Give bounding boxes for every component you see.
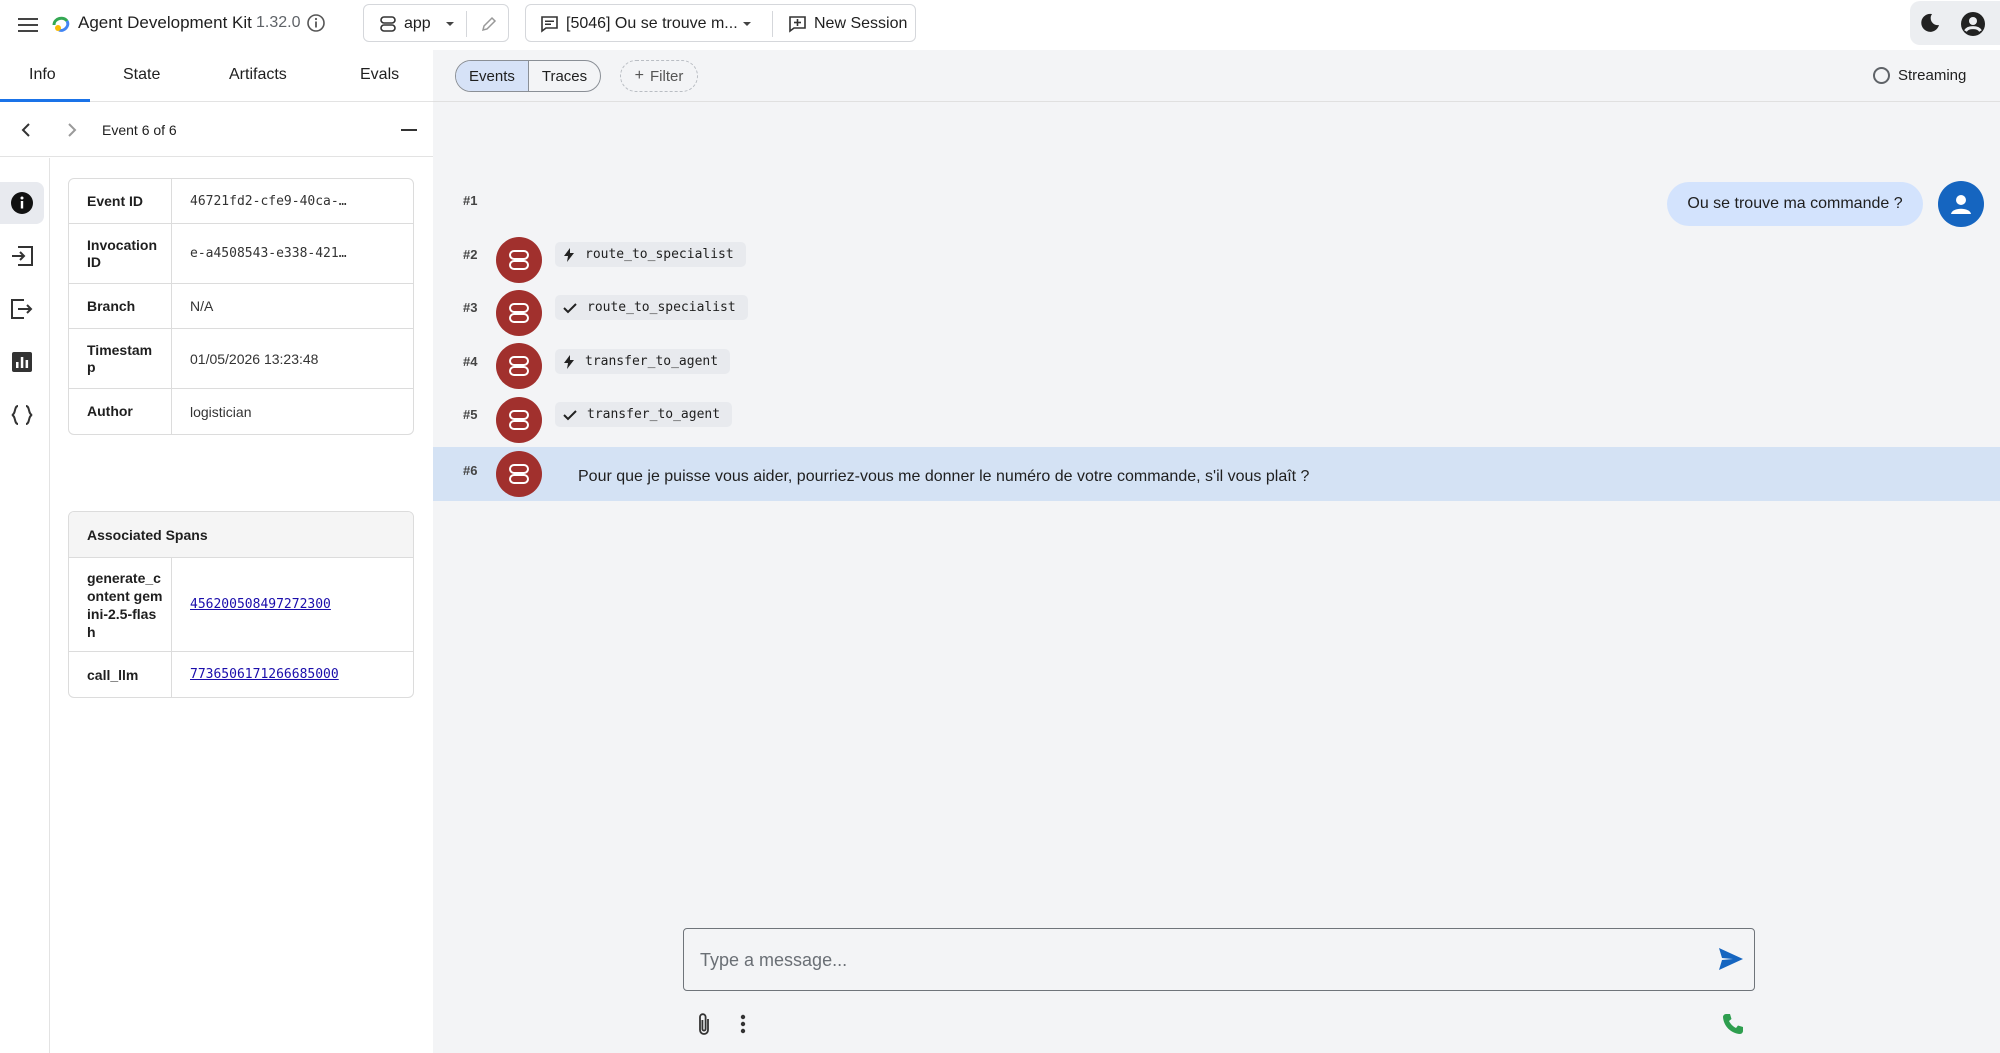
agent-icon xyxy=(509,356,529,376)
agent-avatar xyxy=(496,290,542,336)
view-toggle: Events Traces xyxy=(455,60,602,92)
plus-icon: + xyxy=(634,67,644,84)
events-toggle-button[interactable]: Events xyxy=(456,61,528,91)
event-number: #6 xyxy=(463,463,478,478)
rail-output-button[interactable] xyxy=(0,288,44,330)
streaming-toggle[interactable]: Streaming xyxy=(1873,67,1966,84)
user-avatar xyxy=(1938,181,1984,227)
event-number: #3 xyxy=(463,300,478,315)
event-number: #5 xyxy=(463,407,478,422)
panel-tabs: Info State Artifacts Evals xyxy=(0,50,433,102)
chevron-down-icon xyxy=(444,18,456,30)
event-details-table: Event ID 46721fd2-cfe9-40ca-… Invocation… xyxy=(68,178,414,435)
function-call-chip[interactable]: transfer_to_agent xyxy=(555,349,731,374)
message-composer xyxy=(683,928,1755,991)
phone-icon[interactable] xyxy=(1721,1012,1745,1036)
output-icon xyxy=(11,299,33,319)
side-panel: Info State Artifacts Evals Event 6 of 6 xyxy=(0,50,433,1053)
code-braces-icon xyxy=(11,405,33,425)
agent-icon xyxy=(509,250,529,270)
rail-info-button[interactable] xyxy=(0,182,44,224)
bolt-icon xyxy=(564,354,574,369)
function-call-chip[interactable]: route_to_specialist xyxy=(555,242,746,267)
chart-icon xyxy=(12,352,32,372)
filter-button[interactable]: + Filter xyxy=(620,60,698,92)
event-navigator: Event 6 of 6 xyxy=(0,103,433,157)
chevron-right-icon[interactable] xyxy=(62,120,82,140)
person-icon xyxy=(1951,195,1971,214)
span-link[interactable]: 7736506171266685000 xyxy=(190,667,339,682)
spans-title: Associated Spans xyxy=(69,512,413,558)
associated-spans-table: Associated Spans generate_content gemini… xyxy=(68,511,414,698)
active-tab-indicator xyxy=(0,99,90,102)
more-vert-icon[interactable] xyxy=(738,1012,748,1036)
adk-logo-icon xyxy=(50,13,72,35)
detail-row-event-id: Event ID 46721fd2-cfe9-40ca-… xyxy=(69,179,413,224)
new-chat-icon[interactable] xyxy=(788,15,807,33)
account-icon[interactable] xyxy=(1960,11,1986,37)
new-session-button[interactable]: New Session xyxy=(814,15,907,33)
session-name: [5046] Ou se trouve m... xyxy=(566,15,738,32)
edit-icon[interactable] xyxy=(480,15,498,33)
tab-state[interactable]: State xyxy=(123,66,160,84)
attach-icon[interactable] xyxy=(695,1012,713,1038)
agent-icon xyxy=(378,14,398,34)
radio-icon xyxy=(1873,67,1890,84)
detail-rail xyxy=(0,158,50,1053)
agent-message[interactable]: Pour que je puisse vous aider, pourriez-… xyxy=(578,468,1309,486)
agent-icon xyxy=(509,410,529,430)
check-icon xyxy=(563,409,577,420)
event-counter: Event 6 of 6 xyxy=(102,122,177,138)
chevron-left-icon[interactable] xyxy=(16,120,36,140)
chat-icon xyxy=(540,15,559,33)
span-row: call_llm 7736506171266685000 xyxy=(69,652,413,697)
dark-mode-icon[interactable] xyxy=(1918,11,1942,35)
user-message[interactable]: Ou se trouve ma commande ? xyxy=(1667,182,1923,226)
app-title: Agent Development Kit xyxy=(78,13,252,32)
app-version: 1.32.0 xyxy=(256,14,301,31)
info-filled-icon xyxy=(11,192,33,214)
agent-icon xyxy=(509,303,529,323)
rail-input-button[interactable] xyxy=(0,235,44,277)
detail-row-author: Author logistician xyxy=(69,389,413,434)
agent-icon xyxy=(509,464,529,484)
function-response-chip[interactable]: transfer_to_agent xyxy=(555,402,733,427)
app-selector[interactable]: app xyxy=(363,4,509,42)
send-icon[interactable] xyxy=(1718,947,1744,971)
chat-toolbar: Events Traces + Filter Streaming xyxy=(433,50,2000,102)
event-number: #2 xyxy=(463,247,478,262)
message-input[interactable] xyxy=(700,945,1660,975)
agent-avatar xyxy=(496,451,542,497)
session-selector[interactable]: [5046] Ou se trouve m... New Session xyxy=(525,4,916,42)
agent-avatar xyxy=(496,397,542,443)
menu-icon[interactable] xyxy=(14,11,42,39)
info-icon[interactable] xyxy=(306,13,326,33)
check-icon xyxy=(563,302,577,313)
tab-evals[interactable]: Evals xyxy=(360,66,399,84)
rail-graph-button[interactable] xyxy=(0,341,44,383)
agent-avatar xyxy=(496,237,542,283)
detail-row-timestamp: Timestamp 01/05/2026 13:23:48 xyxy=(69,329,413,389)
chat-area: Events Traces + Filter Streaming #1 Ou s… xyxy=(433,50,2000,1053)
span-row: generate_content gemini-2.5-flash 456200… xyxy=(69,558,413,652)
bolt-icon xyxy=(564,247,574,262)
app-name: app xyxy=(404,15,431,32)
detail-row-branch: Branch N/A xyxy=(69,284,413,329)
tab-artifacts[interactable]: Artifacts xyxy=(229,66,287,84)
event-number: #1 xyxy=(463,193,478,208)
traces-toggle-button[interactable]: Traces xyxy=(527,61,600,91)
rail-json-button[interactable] xyxy=(0,394,44,436)
chevron-down-icon xyxy=(741,18,753,30)
event-number: #4 xyxy=(463,354,478,369)
tab-info[interactable]: Info xyxy=(29,66,56,84)
top-bar: Agent Development Kit 1.32.0 app [5046] … xyxy=(0,0,2000,50)
detail-row-invocation-id: Invocation ID e-a4508543-e338-421… xyxy=(69,224,413,284)
collapse-icon[interactable] xyxy=(400,121,418,139)
span-link[interactable]: 456200508497272300 xyxy=(190,597,331,612)
function-response-chip[interactable]: route_to_specialist xyxy=(555,295,748,320)
agent-avatar xyxy=(496,343,542,389)
input-icon xyxy=(12,246,33,266)
